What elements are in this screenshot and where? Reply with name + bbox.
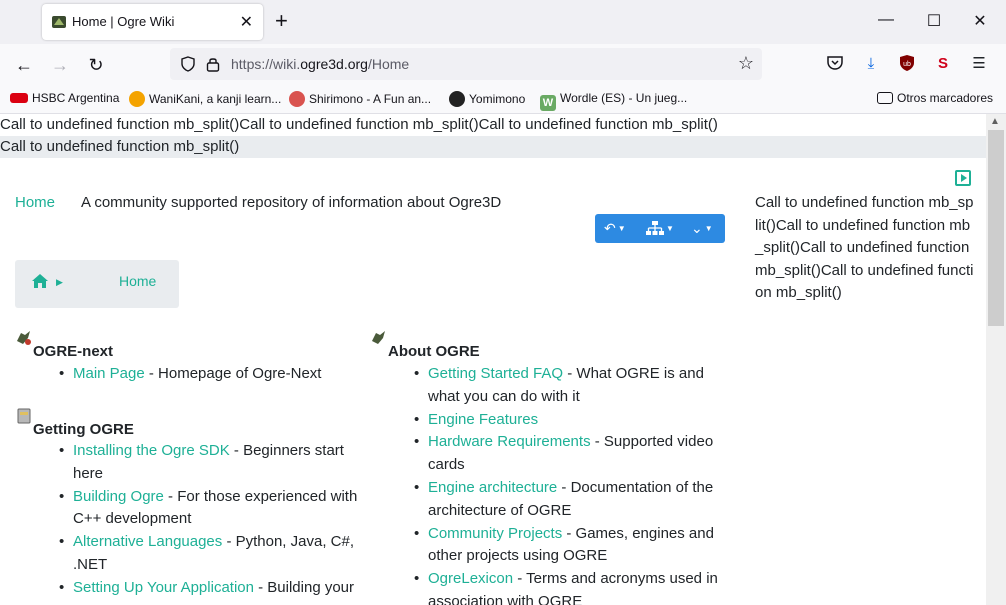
- forward-arrow-icon[interactable]: →: [48, 54, 72, 76]
- list-item: Alternative Languages - Python, Java, C#…: [59, 531, 363, 577]
- error-message: Call to undefined function mb_split()Cal…: [0, 116, 718, 133]
- list-item: Hardware Requirements - Supported video …: [414, 431, 723, 477]
- structure-icon[interactable]: ▼: [646, 220, 674, 237]
- new-tab-button[interactable]: +: [275, 9, 288, 33]
- engine-features-link[interactable]: Engine Features: [428, 411, 538, 428]
- list-item: Setting Up Your Application - Building y…: [59, 577, 363, 600]
- sidebar-error-text: Call to undefined function mb_split()Cal…: [755, 194, 974, 302]
- tab-home[interactable]: Home | Ogre Wiki ✕: [42, 4, 263, 40]
- getting-ogre-icon: [17, 408, 31, 424]
- hsbc-icon: [10, 93, 28, 103]
- list-item: Community Projects - Games, engines and …: [414, 523, 723, 569]
- svg-text:ub: ub: [903, 61, 911, 68]
- wordle-icon: W: [540, 95, 556, 111]
- ogre-next-icon: [17, 331, 31, 345]
- shield-icon[interactable]: [180, 56, 196, 72]
- installing-sdk-link[interactable]: Installing the Ogre SDK: [73, 442, 230, 459]
- download-icon[interactable]: ⤓: [861, 54, 881, 74]
- menu-hamburger-icon[interactable]: ☰: [969, 54, 989, 74]
- scroll-thumb[interactable]: [988, 130, 1004, 326]
- ogre-favicon-icon: [52, 16, 66, 28]
- breadcrumb: ▶ Home: [15, 260, 179, 308]
- section-title-ogre-next: OGRE-next: [33, 343, 114, 360]
- alternative-languages-link[interactable]: Alternative Languages: [73, 533, 222, 550]
- minimize-button[interactable]: —: [875, 11, 897, 29]
- item-desc: - Building your: [253, 578, 355, 596]
- bookmark-hsbc[interactable]: HSBC Argentina: [10, 91, 119, 105]
- ublock-icon[interactable]: ub: [897, 54, 917, 74]
- breadcrumb-current[interactable]: Home: [119, 273, 156, 289]
- home-icon[interactable]: [31, 273, 49, 289]
- error-message-bar: Call to undefined function mb_split(): [0, 136, 986, 158]
- list-item: Engine Features: [414, 409, 723, 432]
- scroll-up-arrow-icon[interactable]: ▲: [990, 116, 1000, 127]
- undo-arrow-icon[interactable]: ↶ ▼: [604, 220, 626, 237]
- tab-bar: Home | Ogre Wiki ✕ + — ☐ ✕: [0, 0, 1006, 44]
- tab-title: Home | Ogre Wiki: [72, 14, 175, 29]
- section-title-getting-ogre: Getting OGRE: [33, 421, 134, 438]
- about-ogre-list: Getting Started FAQ - What OGRE is and w…: [414, 363, 723, 605]
- ogre-lexicon-link[interactable]: OgreLexicon: [428, 570, 513, 587]
- url-text[interactable]: https://wiki.ogre3d.org/Home: [231, 56, 409, 72]
- item-desc: - Homepage of Ogre-Next: [144, 365, 322, 382]
- list-item: Main Page - Homepage of Ogre-Next: [59, 363, 322, 386]
- bookmark-wanikani[interactable]: WaniKani, a kanji learn...: [129, 91, 281, 107]
- url-bar[interactable]: https://wiki.ogre3d.org/Home ☆: [170, 48, 762, 80]
- breadcrumb-separator-icon: ▶: [56, 277, 63, 287]
- other-bookmarks-folder[interactable]: Otros marcadores: [877, 91, 993, 105]
- yomimono-icon: [449, 91, 465, 107]
- list-item: Engine architecture - Documentation of t…: [414, 477, 723, 523]
- hardware-requirements-link[interactable]: Hardware Requirements: [428, 433, 591, 450]
- getting-ogre-list: Installing the Ogre SDK - Beginners star…: [59, 440, 363, 600]
- bookmark-yomimono[interactable]: Yomimono: [449, 91, 525, 107]
- engine-architecture-link[interactable]: Engine architecture: [428, 479, 557, 496]
- bookmark-shirimono[interactable]: Shirimono - A Fun an...: [289, 91, 431, 107]
- bookmark-wordle[interactable]: W Wordle (ES) - Un jueg...: [540, 91, 687, 111]
- back-arrow-icon[interactable]: ←: [12, 54, 36, 76]
- main-page-link[interactable]: Main Page: [73, 365, 145, 382]
- close-window-button[interactable]: ✕: [969, 11, 991, 31]
- shirimono-icon: [289, 91, 305, 107]
- list-item: Building Ogre - For those experienced wi…: [59, 486, 363, 532]
- bookmarks-bar: HSBC Argentina WaniKani, a kanji learn..…: [0, 86, 1006, 114]
- chevron-down-icon[interactable]: ⌄ ▼: [691, 220, 713, 237]
- list-item: Getting Started FAQ - What OGRE is and w…: [414, 363, 723, 409]
- list-item: Installing the Ogre SDK - Beginners star…: [59, 440, 363, 486]
- tab-close-icon[interactable]: ✕: [240, 12, 253, 32]
- bookmark-star-icon[interactable]: ☆: [738, 53, 754, 74]
- reload-icon[interactable]: ↻: [84, 54, 108, 76]
- home-link[interactable]: Home: [15, 194, 55, 211]
- about-ogre-icon: [372, 331, 385, 344]
- community-projects-link[interactable]: Community Projects: [428, 525, 562, 542]
- extension-s-icon[interactable]: S: [933, 54, 953, 74]
- folder-icon: [877, 92, 893, 104]
- ogre-next-list: Main Page - Homepage of Ogre-Next: [59, 363, 322, 386]
- section-title-about-ogre: About OGRE: [388, 343, 480, 360]
- list-item: OgreLexicon - Terms and acronyms used in…: [414, 568, 723, 605]
- sidebar-toggle-icon[interactable]: [955, 170, 971, 186]
- building-ogre-link[interactable]: Building Ogre: [73, 488, 164, 505]
- setting-up-application-link[interactable]: Setting Up Your Application: [73, 579, 254, 596]
- site-tagline: A community supported repository of info…: [81, 194, 502, 211]
- pocket-icon[interactable]: [825, 54, 845, 74]
- getting-started-faq-link[interactable]: Getting Started FAQ: [428, 365, 563, 382]
- maximize-button[interactable]: ☐: [923, 11, 945, 31]
- lock-icon[interactable]: [206, 56, 220, 72]
- page-action-bar: ↶ ▼ ▼ ⌄ ▼: [595, 214, 725, 243]
- page-scrollbar[interactable]: ▲: [986, 114, 1006, 605]
- wanikani-icon: [129, 91, 145, 107]
